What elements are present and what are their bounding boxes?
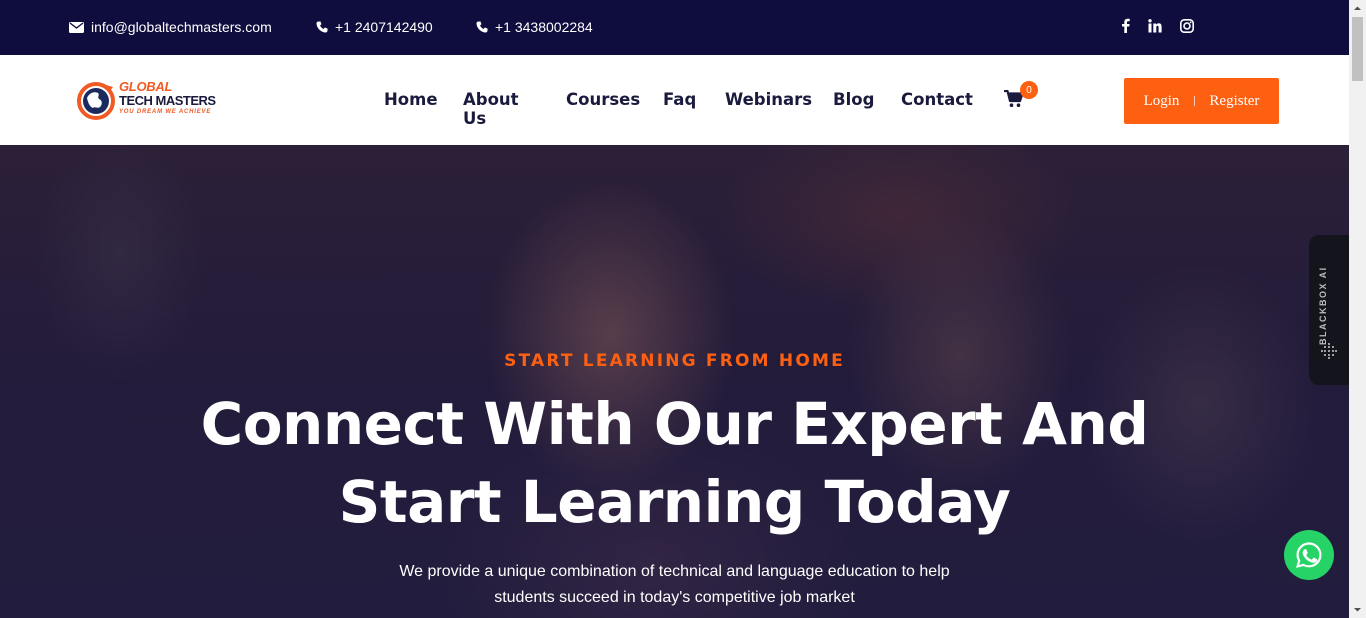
cart-button[interactable]: 0 xyxy=(1004,81,1040,114)
envelope-icon xyxy=(69,21,84,33)
scroll-down-arrow-icon[interactable] xyxy=(1353,605,1362,614)
hero-title-line1: Connect With Our Expert And xyxy=(200,390,1149,458)
instagram-icon[interactable] xyxy=(1180,18,1194,33)
email-text[interactable]: info@globaltechmasters.com xyxy=(91,19,272,35)
linkedin-icon[interactable] xyxy=(1148,18,1162,33)
globe-logo-icon xyxy=(77,82,115,120)
site-logo[interactable]: GLOBAL TECH MASTERS YOU DREAM WE ACHIEVE xyxy=(76,78,226,122)
blackbox-logo-icon xyxy=(1321,343,1337,359)
hero-desc-line1: We provide a unique combination of techn… xyxy=(399,563,950,580)
page-scrollbar[interactable] xyxy=(1349,0,1366,618)
hero-title: Connect With Our Expert And Start Learni… xyxy=(0,385,1349,541)
main-navbar: GLOBAL TECH MASTERS YOU DREAM WE ACHIEVE… xyxy=(0,55,1349,145)
blackbox-ai-label: BLACKBOX AI xyxy=(1318,266,1328,345)
top-bar: info@globaltechmasters.com +1 2407142490… xyxy=(0,0,1349,55)
nav-item-about-us[interactable]: About Us xyxy=(463,90,519,128)
nav-item-blog[interactable]: Blog xyxy=(833,90,874,109)
whatsapp-button[interactable] xyxy=(1284,530,1334,580)
email-contact[interactable]: info@globaltechmasters.com xyxy=(69,19,272,35)
hero-description: We provide a unique combination of techn… xyxy=(0,559,1349,611)
scrollbar-thumb[interactable] xyxy=(1352,17,1363,81)
phone-contact-1[interactable]: +1 2407142490 xyxy=(316,19,433,35)
facebook-icon[interactable] xyxy=(1121,18,1130,33)
cart-count-badge: 0 xyxy=(1020,81,1038,99)
blackbox-ai-tab[interactable]: BLACKBOX AI xyxy=(1309,235,1349,385)
auth-buttons: Login Register xyxy=(1124,78,1279,124)
hero-banner: START LEARNING FROM HOME Connect With Ou… xyxy=(0,145,1349,618)
nav-item-webinars[interactable]: Webinars xyxy=(725,90,812,109)
register-button[interactable]: Register xyxy=(1209,93,1259,110)
nav-item-contact[interactable]: Contact xyxy=(901,90,973,109)
hero-eyebrow: START LEARNING FROM HOME xyxy=(504,351,845,371)
nav-item-courses[interactable]: Courses xyxy=(566,90,640,109)
hero-overlay xyxy=(0,145,1349,618)
nav-item-faq[interactable]: Faq xyxy=(663,90,696,109)
phone-contact-2[interactable]: +1 3438002284 xyxy=(476,19,593,35)
login-button[interactable]: Login xyxy=(1144,93,1180,110)
auth-divider xyxy=(1194,96,1196,106)
logo-line2: TECH MASTERS xyxy=(119,93,216,108)
hero-desc-line2: students succeed in today's competitive … xyxy=(494,589,855,606)
scroll-up-arrow-icon[interactable] xyxy=(1353,4,1362,13)
phone-text-2[interactable]: +1 3438002284 xyxy=(495,19,593,35)
nav-item-home[interactable]: Home xyxy=(384,90,438,109)
logo-tagline: YOU DREAM WE ACHIEVE xyxy=(119,109,212,115)
social-links xyxy=(1121,18,1194,33)
whatsapp-icon xyxy=(1296,542,1322,568)
phone-icon xyxy=(316,21,328,33)
phone-text-1[interactable]: +1 2407142490 xyxy=(335,19,433,35)
hero-title-line2: Start Learning Today xyxy=(338,468,1011,536)
logo-line1: GLOBAL xyxy=(119,79,173,94)
phone-icon xyxy=(476,21,488,33)
